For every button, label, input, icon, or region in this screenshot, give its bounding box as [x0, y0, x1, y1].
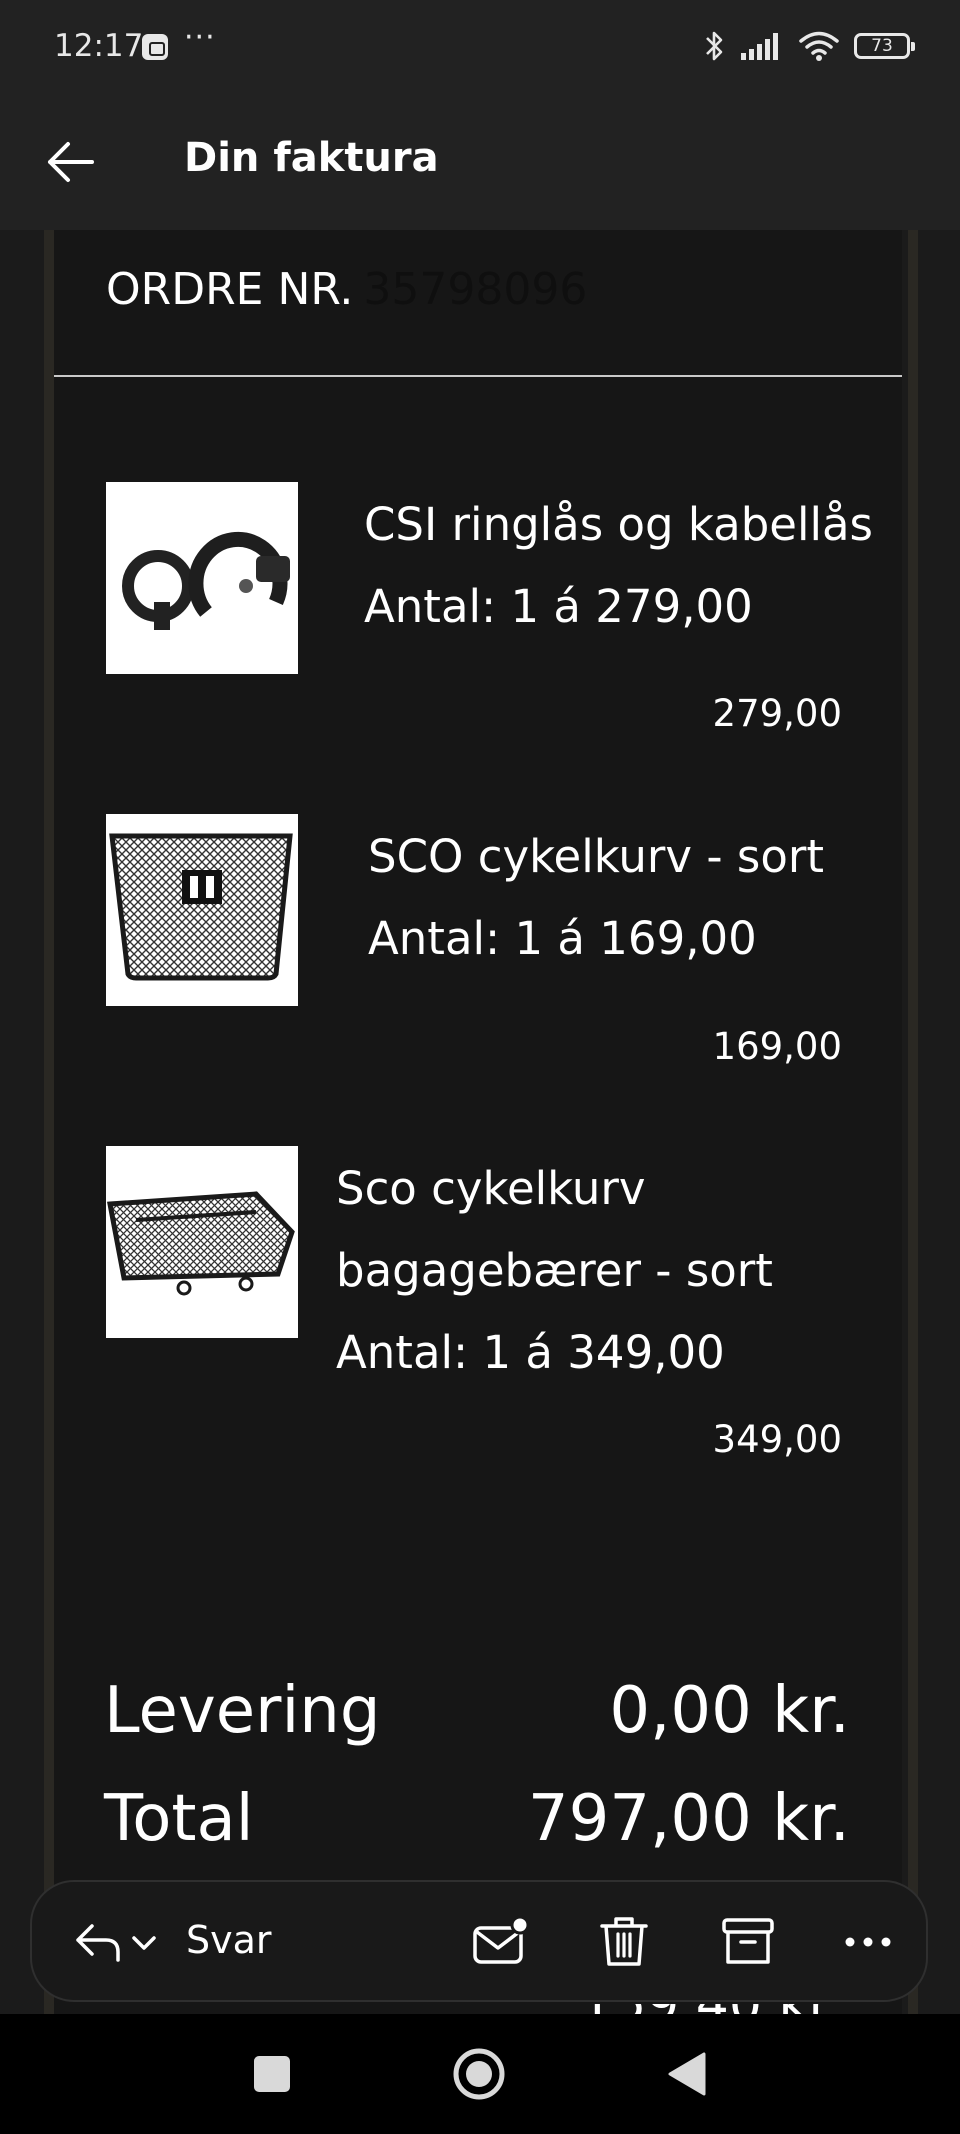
e-notification-icon — [142, 34, 168, 60]
item-price: 279,00 — [712, 692, 842, 735]
item-quantity: Antal: 1 á 349,00 — [336, 1326, 725, 1379]
home-icon[interactable] — [449, 2044, 509, 2104]
status-bar: 12:17 ··· 73 — [0, 0, 960, 95]
delivery-label: Levering — [104, 1674, 381, 1748]
archive-icon[interactable] — [718, 1912, 778, 1972]
item-name-line2: bagagebærer - sort — [336, 1244, 773, 1297]
item-price: 349,00 — [712, 1418, 842, 1461]
reply-arrow-icon[interactable] — [68, 1912, 128, 1972]
item-quantity: Antal: 1 á 169,00 — [368, 912, 757, 965]
app-bar: Din faktura — [0, 95, 960, 230]
back-triangle-icon[interactable] — [658, 2044, 718, 2104]
item-price: 169,00 — [712, 1025, 842, 1068]
mail-action-toolbar: Svar — [30, 1880, 928, 2002]
mark-unread-icon[interactable] — [470, 1912, 530, 1972]
item-name: Sco cykelkurv — [336, 1162, 646, 1215]
total-value: 797,00 kr. — [527, 1782, 850, 1856]
ring-lock-icon[interactable] — [106, 482, 298, 674]
signal-icon — [741, 33, 778, 60]
back-arrow-icon[interactable] — [44, 135, 98, 189]
email-body[interactable]: ORDRE NR. 35798096 CSI ringlås og kabellå… — [0, 230, 960, 2014]
page-title: Din faktura — [184, 135, 439, 181]
rack-basket-icon[interactable] — [106, 1146, 298, 1338]
partial-total-value: 159,40 kr. — [580, 2004, 842, 2014]
frame-border-right — [908, 230, 918, 2014]
recent-apps-icon[interactable] — [242, 2044, 302, 2104]
more-options-icon[interactable] — [838, 1912, 898, 1972]
trash-icon[interactable] — [594, 1912, 654, 1972]
bike-basket-icon[interactable] — [106, 814, 298, 1006]
system-nav-bar — [0, 2014, 960, 2134]
battery-icon: 73 — [854, 33, 915, 59]
clock: 12:17 — [54, 28, 144, 64]
order-label: ORDRE NR. — [106, 264, 354, 315]
bluetooth-icon — [706, 31, 723, 61]
divider — [54, 375, 902, 377]
item-name: SCO cykelkurv - sort — [368, 830, 825, 883]
order-number: ORDRE NR. 35798096 — [106, 264, 587, 315]
more-notifications-indicator: ··· — [184, 20, 216, 55]
wifi-icon — [799, 31, 839, 61]
item-name: CSI ringlås og kabellås — [364, 498, 873, 551]
frame-border-left — [44, 230, 54, 2014]
reply-button-label[interactable]: Svar — [186, 1918, 272, 1962]
total-label: Total — [104, 1782, 254, 1856]
delivery-value: 0,00 kr. — [609, 1674, 850, 1748]
order-number-value: 35798096 — [363, 264, 588, 315]
chevron-down-icon[interactable] — [124, 1912, 164, 1972]
item-quantity: Antal: 1 á 279,00 — [364, 580, 753, 633]
